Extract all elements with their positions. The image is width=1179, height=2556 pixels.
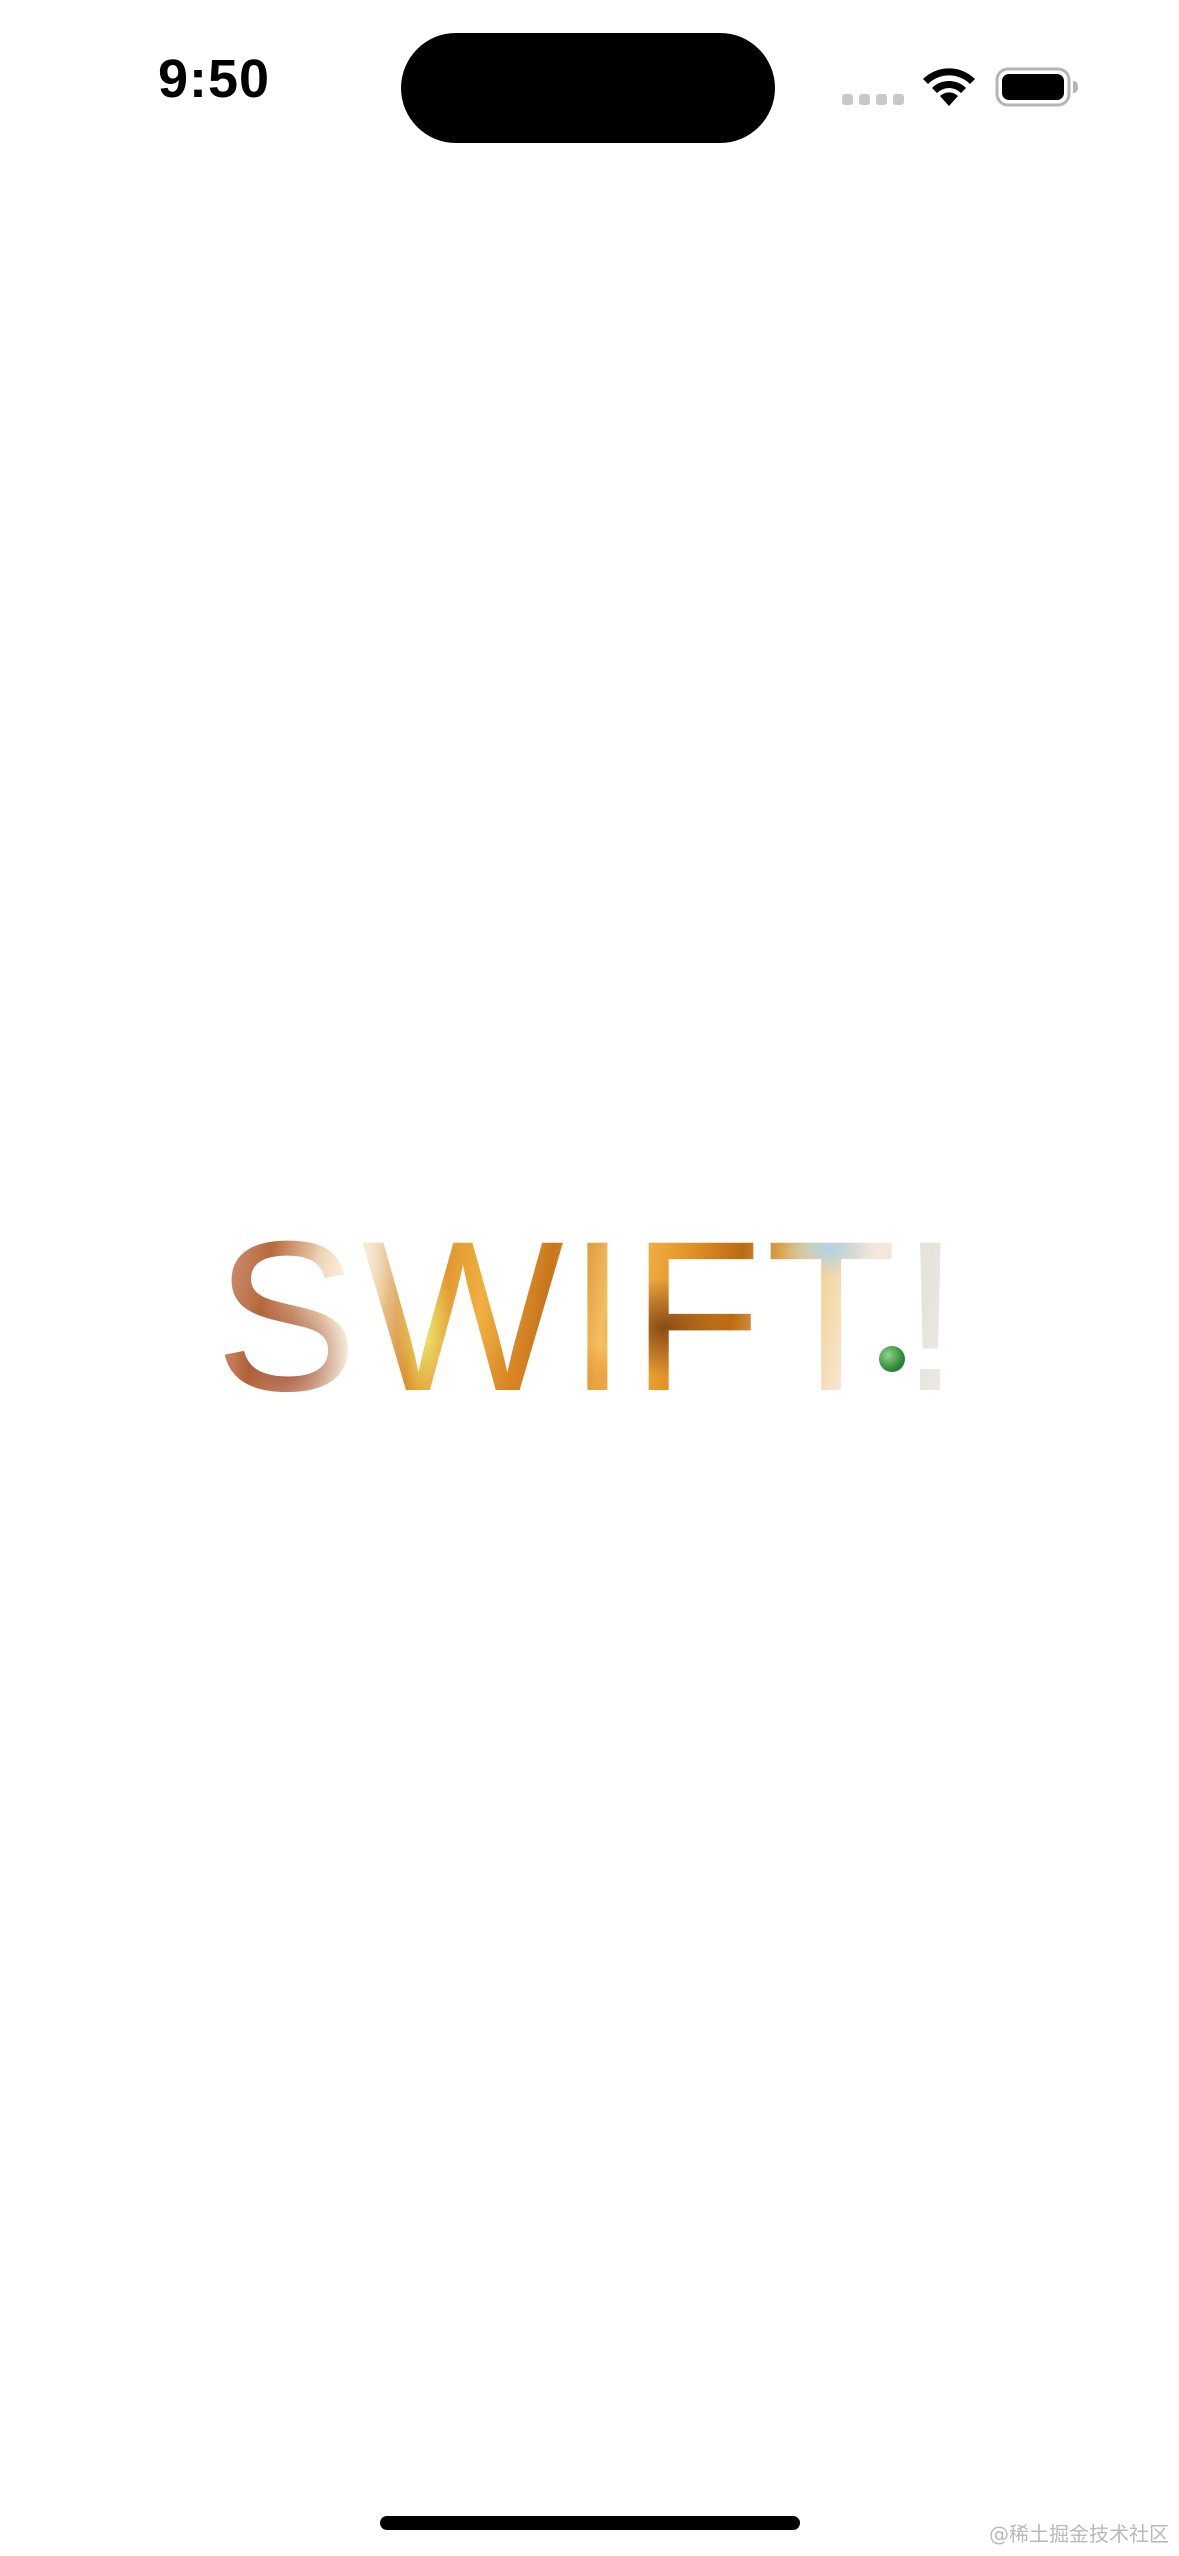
battery-icon xyxy=(995,67,1078,107)
exclamation-dot xyxy=(879,1346,905,1372)
signal-dots-icon xyxy=(842,94,904,105)
wifi-icon xyxy=(923,68,975,106)
main-content: SWIFT! xyxy=(0,160,1179,2460)
dynamic-island xyxy=(401,33,775,143)
watermark: @稀土掘金技术社区 xyxy=(989,2522,1169,2546)
headline-text: SWIFT! xyxy=(214,1197,965,1436)
status-bar: 9:50 xyxy=(0,0,1179,160)
home-indicator[interactable] xyxy=(380,2516,800,2530)
status-time: 9:50 xyxy=(158,49,271,109)
headline-container: SWIFT! xyxy=(0,1210,1179,1424)
